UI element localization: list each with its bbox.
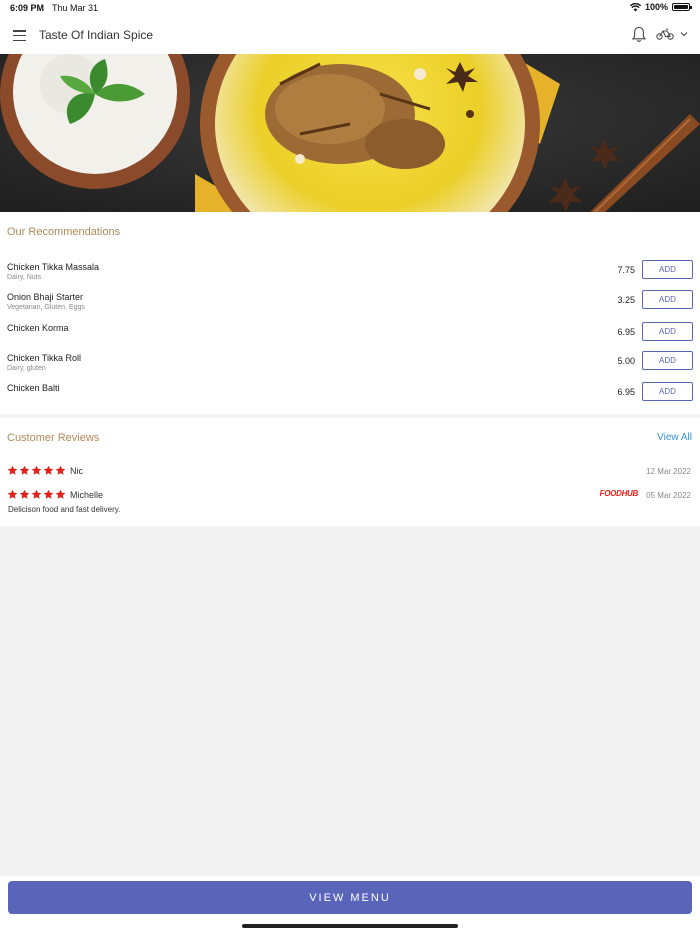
- battery-icon: [672, 3, 692, 11]
- menu-item: Chicken Tikka Roll Dairy, gluten 5.00 AD…: [0, 351, 700, 377]
- biryani-illustration: [0, 54, 700, 212]
- view-menu-button[interactable]: VIEW MENU: [8, 881, 692, 914]
- item-price: 5.00: [617, 356, 635, 366]
- home-indicator: [242, 924, 458, 928]
- battery-percent: 100%: [644, 2, 668, 12]
- add-button[interactable]: ADD: [642, 351, 693, 370]
- star-icon: [43, 489, 54, 499]
- menu-item: Chicken Korma 6.95 ADD: [0, 322, 700, 347]
- hero-image: [0, 54, 700, 212]
- menu-item: Chicken Tikka Massala Dairy, Nuts 7.75 A…: [0, 260, 700, 286]
- customer-reviews-section: Customer Reviews View All Nic 12 Mar 202…: [0, 418, 700, 526]
- star-icon: [7, 465, 18, 475]
- item-name: Chicken Balti: [7, 383, 60, 393]
- item-price: 6.95: [617, 327, 635, 337]
- star-icon: [19, 465, 30, 475]
- item-price: 3.25: [617, 295, 635, 305]
- bell-icon[interactable]: [632, 26, 646, 43]
- reviews-title: Customer Reviews: [7, 432, 100, 444]
- star-icon: [43, 465, 54, 475]
- reviewer-name: Michelle: [70, 490, 104, 500]
- recommendations-title: Our Recommendations: [7, 226, 121, 238]
- chevron-down-icon[interactable]: [680, 31, 688, 37]
- add-button[interactable]: ADD: [642, 382, 693, 401]
- item-name: Chicken Korma: [7, 323, 69, 333]
- add-button[interactable]: ADD: [642, 260, 693, 279]
- star-rating: [7, 489, 66, 500]
- status-indicators: 100%: [629, 2, 692, 12]
- star-icon: [31, 489, 42, 499]
- menu-item: Onion Bhaji Starter Vegetarian, Gluten, …: [0, 290, 700, 316]
- add-button[interactable]: ADD: [642, 322, 693, 341]
- view-all-link[interactable]: View All: [657, 432, 692, 443]
- add-button[interactable]: ADD: [642, 290, 693, 309]
- status-bar: 6:09 PM Thu Mar 31 100%: [0, 0, 700, 16]
- item-tags: Vegetarian, Gluten, Eggs: [7, 304, 85, 311]
- battery-level: [674, 5, 688, 9]
- star-icon: [31, 465, 42, 475]
- menu-item: Chicken Balti 6.95 ADD: [0, 382, 700, 407]
- star-icon: [7, 489, 18, 499]
- menu-icon[interactable]: [13, 30, 26, 41]
- review-date: 12 Mar 2022: [646, 467, 691, 476]
- review-date: 05 Mar 2022: [646, 491, 691, 500]
- item-price: 7.75: [617, 265, 635, 275]
- wifi-icon: [629, 2, 641, 11]
- star-rating: [7, 465, 66, 476]
- star-icon: [19, 489, 30, 499]
- status-date: Thu Mar 31: [52, 3, 99, 13]
- reviewer-name: Nic: [70, 466, 83, 476]
- app-header: Taste Of Indian Spice: [0, 16, 700, 54]
- restaurant-title: Taste Of Indian Spice: [39, 28, 154, 42]
- item-name: Chicken Tikka Roll: [7, 353, 82, 363]
- review-text: Delicison food and fast delivery.: [8, 505, 121, 514]
- item-price: 6.95: [617, 387, 635, 397]
- item-tags: Dairy, Nuts: [7, 274, 42, 281]
- bike-icon[interactable]: [656, 28, 674, 40]
- star-icon: [55, 489, 66, 499]
- item-name: Chicken Tikka Massala: [7, 262, 100, 272]
- star-icon: [55, 465, 66, 475]
- item-name: Onion Bhaji Starter: [7, 292, 84, 302]
- recommendations-section: Our Recommendations Chicken Tikka Massal…: [0, 212, 700, 414]
- foodhub-logo: FOODHUB: [599, 489, 639, 498]
- item-tags: Dairy, gluten: [7, 365, 46, 372]
- status-time: 6:09 PM: [10, 3, 45, 13]
